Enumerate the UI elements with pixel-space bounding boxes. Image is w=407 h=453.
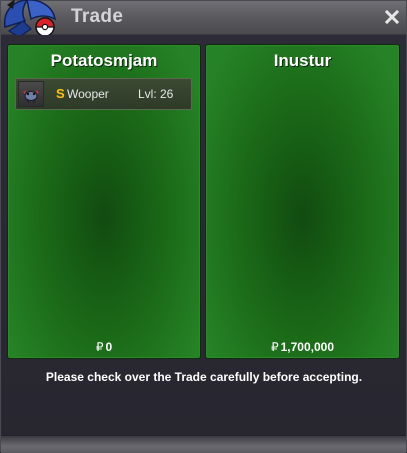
partner-player-name: Inustur <box>273 51 332 70</box>
trade-body: Potatosmjam S Wooper Lvl: 26 ₽ 0 Inustur… <box>2 35 406 435</box>
pokedollar-icon: ₽ <box>95 340 104 354</box>
partner-offer-panel: Inustur ₽1,700,000 <box>205 44 400 359</box>
pokeball-logo-icon <box>3 0 56 38</box>
window-bottom-bar <box>1 435 406 453</box>
my-offer-panel: Potatosmjam S Wooper Lvl: 26 ₽ 0 <box>7 44 201 359</box>
pokemon-sprite-slot <box>18 81 44 107</box>
my-money-amount: 0 <box>105 340 113 354</box>
close-icon <box>385 10 399 24</box>
my-money-offer: ₽0 <box>8 340 200 354</box>
pokemon-level: Lvl: 26 <box>138 87 174 101</box>
pokedollar-icon: ₽ <box>270 340 279 354</box>
close-button[interactable] <box>382 6 402 28</box>
offered-pokemon-item[interactable]: S Wooper Lvl: 26 <box>15 78 192 110</box>
trade-window: Trade Potatosmjam S Wooper Lvl: 26 ₽ 0 I… <box>0 0 407 453</box>
my-player-name: Potatosmjam <box>50 51 158 70</box>
pokemon-sprite-icon <box>23 90 39 104</box>
pokemon-name: Wooper <box>67 87 109 101</box>
partner-money-amount: 1,700,000 <box>280 340 335 354</box>
shiny-badge-icon: S <box>56 86 65 101</box>
title-bar[interactable]: Trade <box>1 0 406 38</box>
trade-warning-text: Please check over the Trade carefully be… <box>45 370 363 384</box>
partner-money-offer: ₽1,700,000 <box>206 340 399 354</box>
window-title: Trade <box>71 6 124 27</box>
